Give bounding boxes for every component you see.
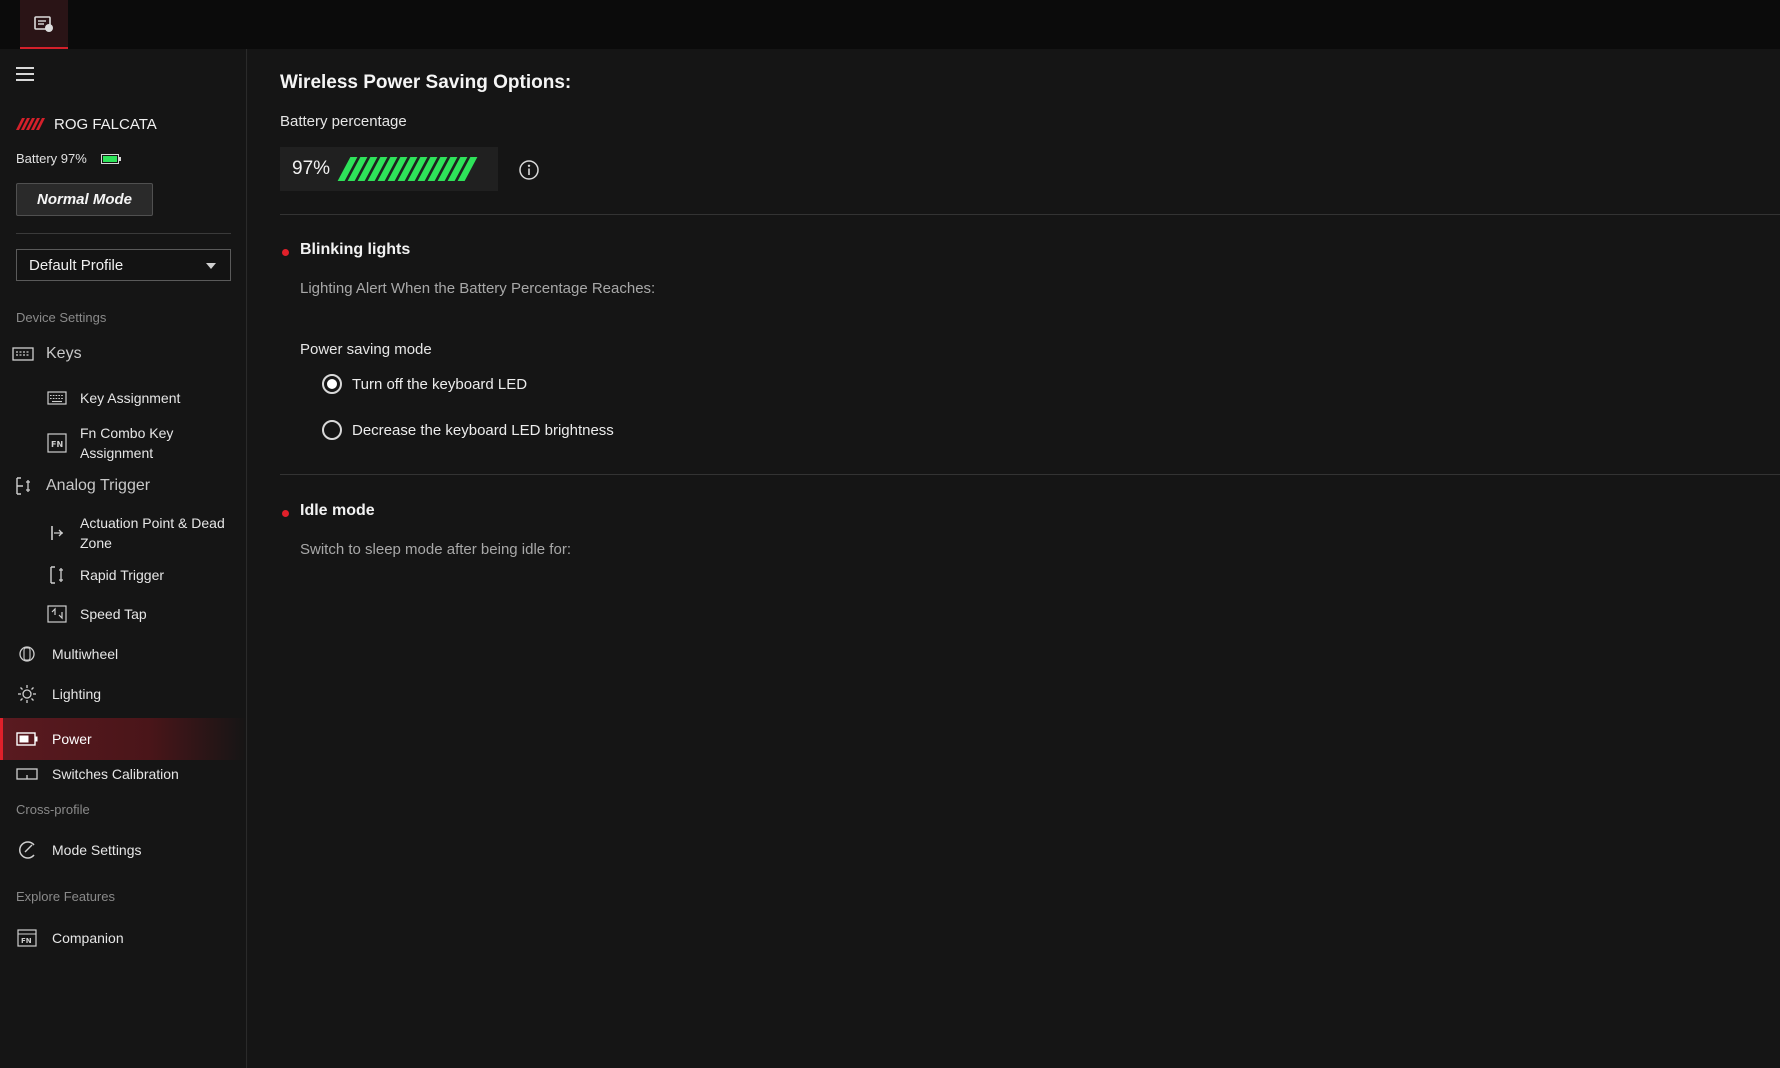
sidebar-item-label: Actuation Point & Dead Zone bbox=[80, 515, 225, 551]
bullet-icon bbox=[282, 249, 289, 256]
section-explore-features: Explore Features bbox=[16, 889, 115, 904]
battery-level-display: 97% bbox=[280, 147, 498, 191]
rapid-trigger-icon bbox=[46, 564, 68, 586]
idle-mode-description: Switch to sleep mode after being idle fo… bbox=[300, 541, 571, 558]
profile-select[interactable]: Default Profile bbox=[16, 249, 231, 281]
keyboard-icon bbox=[12, 343, 34, 365]
blinking-lights-description: Lighting Alert When the Battery Percenta… bbox=[300, 280, 656, 297]
power-saving-mode-label: Power saving mode bbox=[300, 341, 432, 358]
mode-settings-icon bbox=[16, 839, 38, 861]
battery-percentage-label: Battery percentage bbox=[280, 113, 407, 130]
info-icon[interactable] bbox=[518, 159, 540, 181]
sidebar-item-key-assignment[interactable]: Key Assignment bbox=[0, 385, 247, 411]
sidebar-item-label: Power bbox=[52, 731, 92, 747]
radio-decrease-led-brightness[interactable]: Decrease the keyboard LED brightness bbox=[322, 420, 614, 440]
device-name: ROG FALCATA bbox=[16, 113, 157, 135]
normal-mode-button[interactable]: Normal Mode bbox=[16, 183, 153, 216]
radio-button[interactable] bbox=[322, 420, 342, 440]
sidebar-item-companion[interactable]: FN Companion bbox=[0, 923, 247, 953]
chevron-down-icon bbox=[206, 263, 216, 269]
sidebar-item-label: Key Assignment bbox=[80, 390, 181, 406]
sidebar-item-keys[interactable]: Keys bbox=[0, 340, 247, 368]
sidebar-item-lighting[interactable]: Lighting bbox=[0, 680, 247, 708]
lighting-icon bbox=[16, 683, 38, 705]
sidebar-item-label: Rapid Trigger bbox=[80, 567, 165, 583]
svg-text:FN: FN bbox=[51, 440, 63, 449]
section-cross-profile: Cross-profile bbox=[16, 802, 90, 817]
profile-value: Default Profile bbox=[29, 256, 124, 274]
device-name-label: ROG FALCATA bbox=[54, 115, 157, 133]
sidebar-item-mode-settings[interactable]: Mode Settings bbox=[0, 835, 247, 865]
main-content: Wireless Power Saving Options: Battery p… bbox=[248, 49, 1780, 1068]
battery-label: Battery 97% bbox=[16, 151, 87, 166]
app-tab[interactable] bbox=[20, 0, 68, 49]
idle-mode-heading: Idle mode bbox=[300, 502, 375, 519]
sidebar-item-multiwheel[interactable]: Multiwheel bbox=[0, 640, 247, 668]
actuation-icon bbox=[46, 522, 68, 544]
sidebar-item-label: Speed Tap bbox=[80, 606, 147, 622]
sidebar-item-label: Lighting bbox=[52, 686, 102, 702]
sidebar-item-analog-trigger[interactable]: Analog Trigger bbox=[0, 472, 247, 500]
radio-label: Decrease the keyboard LED brightness bbox=[352, 421, 614, 439]
sidebar-item-speed-tap[interactable]: Speed Tap bbox=[0, 601, 247, 627]
sidebar-item-label: Companion bbox=[52, 930, 124, 946]
sidebar-item-actuation-point[interactable]: Actuation Point & Dead Zone bbox=[0, 511, 247, 555]
sidebar-item-fn-combo[interactable]: FN Fn Combo Key Assignment bbox=[0, 421, 247, 465]
battery-status: Battery 97% bbox=[16, 151, 121, 166]
divider bbox=[280, 214, 1780, 215]
page-title: Wireless Power Saving Options: bbox=[280, 72, 572, 93]
radio-turn-off-led[interactable]: Turn off the keyboard LED bbox=[322, 374, 527, 394]
sidebar-item-label: Analog Trigger bbox=[46, 477, 151, 494]
battery-level-bar bbox=[337, 157, 478, 181]
multiwheel-icon bbox=[16, 643, 38, 665]
sidebar-item-power[interactable]: Power bbox=[0, 718, 247, 760]
calibration-icon bbox=[16, 763, 38, 785]
sidebar-item-label: Switches Calibration bbox=[52, 766, 179, 782]
radio-button[interactable] bbox=[322, 374, 342, 394]
armoury-app-icon bbox=[34, 15, 53, 32]
analog-trigger-icon bbox=[12, 475, 34, 497]
blinking-lights-heading: Blinking lights bbox=[300, 241, 411, 258]
speed-tap-icon bbox=[46, 603, 68, 625]
sidebar: ROG FALCATA Battery 97% Normal Mode Defa… bbox=[0, 49, 247, 1068]
svg-text:FN: FN bbox=[21, 937, 32, 945]
divider bbox=[16, 233, 231, 234]
sidebar-item-switches-calibration[interactable]: Switches Calibration bbox=[0, 760, 247, 788]
sidebar-item-label: Mode Settings bbox=[52, 842, 142, 858]
sidebar-item-label: Keys bbox=[46, 345, 82, 362]
rog-logo-icon bbox=[16, 118, 45, 130]
sidebar-item-rapid-trigger[interactable]: Rapid Trigger bbox=[0, 562, 247, 588]
top-bar bbox=[0, 0, 1780, 49]
menu-icon[interactable] bbox=[16, 67, 34, 81]
battery-power-icon bbox=[16, 728, 38, 750]
radio-label: Turn off the keyboard LED bbox=[352, 375, 528, 393]
divider bbox=[280, 474, 1780, 475]
keyboard-icon bbox=[46, 387, 68, 409]
fn-key-icon: FN bbox=[46, 432, 68, 454]
sidebar-item-label: Fn Combo Key Assignment bbox=[80, 425, 174, 461]
battery-value: 97% bbox=[292, 158, 331, 179]
battery-icon bbox=[100, 153, 121, 164]
companion-icon: FN bbox=[16, 927, 38, 949]
section-device-settings: Device Settings bbox=[16, 310, 107, 325]
sidebar-item-label: Multiwheel bbox=[52, 646, 119, 662]
radio-selected-dot bbox=[327, 379, 337, 389]
bullet-icon bbox=[282, 510, 289, 517]
